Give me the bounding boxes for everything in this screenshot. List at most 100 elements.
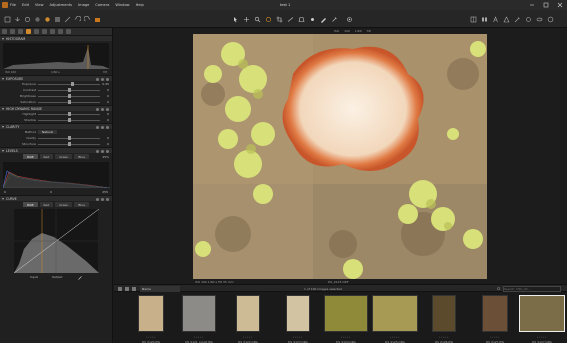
filmstrip-thumbnail[interactable]: ••••• DS_0125.ORG xyxy=(372,295,418,343)
export-icon[interactable] xyxy=(94,16,101,23)
rating-stars[interactable]: ••••• xyxy=(432,336,456,339)
pipette-icon[interactable] xyxy=(514,16,521,23)
help-icon[interactable] xyxy=(96,197,99,201)
slider-knob[interactable] xyxy=(67,88,71,92)
filmstrip-thumbnail[interactable]: ••••• DS_0120.JPG xyxy=(138,295,164,343)
menu-camera[interactable]: Camera xyxy=(95,3,109,7)
hdr-value[interactable]: 0 xyxy=(107,118,109,122)
undo-icon[interactable] xyxy=(74,16,81,23)
reset-icon[interactable] xyxy=(101,197,104,201)
redo-icon[interactable] xyxy=(84,16,91,23)
levels-tab-rgb[interactable]: RGB xyxy=(23,154,38,159)
menu-adjustments[interactable]: Adjustments xyxy=(50,3,73,7)
menu-view[interactable]: View xyxy=(35,3,44,7)
rating-stars[interactable]: ••••• xyxy=(519,336,565,339)
cursor-icon[interactable] xyxy=(232,16,239,23)
exposure-value[interactable]: 0 xyxy=(107,100,109,104)
help-icon[interactable] xyxy=(96,149,99,153)
exposure-value[interactable]: 0.45 xyxy=(102,82,109,86)
slider-knob[interactable] xyxy=(70,82,74,86)
grid-view-icon[interactable] xyxy=(118,287,122,291)
lens-icon[interactable] xyxy=(34,16,41,23)
text-icon[interactable] xyxy=(492,16,499,23)
filmstrip-thumbnail[interactable]: ••••• DS_0121_prod2.JPG xyxy=(182,295,216,343)
close-icon[interactable] xyxy=(557,2,563,8)
levels-tab-green[interactable]: Green xyxy=(55,154,73,159)
tool-tab-metadata[interactable] xyxy=(58,29,63,34)
menu-icon[interactable] xyxy=(106,197,109,201)
levels-tab-red[interactable]: Red xyxy=(39,154,54,159)
tool-tab-exposure[interactable] xyxy=(26,29,31,34)
clarity-value[interactable]: 0 xyxy=(107,142,109,146)
method-select[interactable]: Natural xyxy=(38,130,58,134)
curve-tab-rgb[interactable]: RGB xyxy=(23,202,38,207)
exposure-slider[interactable] xyxy=(38,88,100,92)
library-icon[interactable] xyxy=(4,16,11,23)
rating-stars[interactable]: ••••• xyxy=(324,336,368,339)
details-icon[interactable] xyxy=(64,16,71,23)
rating-stars[interactable]: ••••• xyxy=(236,336,260,339)
hdr-slider[interactable] xyxy=(38,112,100,116)
slider-knob[interactable] xyxy=(67,136,71,140)
reset-icon[interactable] xyxy=(101,149,104,153)
filmstrip-thumbnail[interactable]: ••••• DS_0127.ORG xyxy=(519,295,565,343)
clarity-value[interactable]: 0 xyxy=(107,136,109,140)
spot-icon[interactable] xyxy=(309,16,316,23)
tool-tab-color[interactable] xyxy=(34,29,39,34)
histogram-header[interactable]: HISTOGRAM xyxy=(0,35,112,41)
filmstrip-thumbnail[interactable]: ••••• DS_0127.JPG xyxy=(482,295,508,343)
menu-file[interactable]: File xyxy=(10,3,16,7)
menu-help[interactable]: Help xyxy=(136,3,144,7)
curve-tab-green[interactable]: Green xyxy=(55,202,73,207)
color-icon[interactable] xyxy=(44,16,51,23)
import-icon[interactable] xyxy=(14,16,21,23)
keystone-icon[interactable] xyxy=(298,16,305,23)
menu-edit[interactable]: Edit xyxy=(22,3,29,7)
eye-icon[interactable] xyxy=(536,16,543,23)
exposure-slider[interactable] xyxy=(38,100,100,104)
tool-tab-library[interactable] xyxy=(2,29,7,34)
levels-high[interactable]: 255 xyxy=(102,190,108,194)
zoom-icon[interactable] xyxy=(254,16,261,23)
compare-icon[interactable] xyxy=(481,16,488,23)
sync-icon[interactable] xyxy=(525,16,532,23)
curve-picker-icon[interactable] xyxy=(78,275,83,281)
slider-knob[interactable] xyxy=(67,118,71,122)
rating-stars[interactable]: ••••• xyxy=(182,336,216,339)
slider-knob[interactable] xyxy=(67,142,71,146)
tool-tab-lens[interactable] xyxy=(18,29,23,34)
curve-editor[interactable] xyxy=(13,208,100,274)
rating-stars[interactable]: ••••• xyxy=(482,336,508,339)
curve-tab-blue[interactable]: Blue xyxy=(74,202,89,207)
levels-header[interactable]: LEVELS xyxy=(0,147,112,153)
levels-mid[interactable]: 0 xyxy=(50,190,52,194)
list-view-icon[interactable] xyxy=(125,287,129,291)
filmstrip-thumbnail[interactable]: ••••• DS_0123.ORG xyxy=(286,295,310,343)
exposure-value[interactable]: 0 xyxy=(107,88,109,92)
tool-tab-output[interactable] xyxy=(66,29,71,34)
tool-tab-capture[interactable] xyxy=(10,29,15,34)
main-photo[interactable] xyxy=(193,34,487,279)
exposure-value[interactable]: 0 xyxy=(107,94,109,98)
exposure-icon[interactable] xyxy=(54,16,61,23)
crop-icon[interactable] xyxy=(276,16,283,23)
levels-low[interactable]: 0 xyxy=(4,190,6,194)
gear-icon[interactable] xyxy=(346,16,353,23)
slider-knob[interactable] xyxy=(67,100,71,104)
menu-icon[interactable] xyxy=(106,149,109,153)
clarity-slider[interactable] xyxy=(38,136,100,140)
filmstrip-thumbnail[interactable]: ••••• DS_0122.ORG xyxy=(236,295,260,343)
grid-icon[interactable] xyxy=(470,16,477,23)
exposure-slider[interactable] xyxy=(38,94,100,98)
rating-stars[interactable]: ••••• xyxy=(138,336,164,339)
hdr-slider[interactable] xyxy=(38,118,100,122)
straighten-icon[interactable] xyxy=(287,16,294,23)
rating-stars[interactable]: ••••• xyxy=(372,336,418,339)
hdr-value[interactable]: 0 xyxy=(107,112,109,116)
exposure-slider[interactable] xyxy=(38,82,100,86)
brush-icon[interactable] xyxy=(320,16,327,23)
filmstrip-thumbnail[interactable]: ••••• DS_0124.ORG xyxy=(324,295,368,343)
maximize-icon[interactable] xyxy=(543,2,549,8)
slider-knob[interactable] xyxy=(67,112,71,116)
loupe-icon[interactable] xyxy=(265,16,272,23)
